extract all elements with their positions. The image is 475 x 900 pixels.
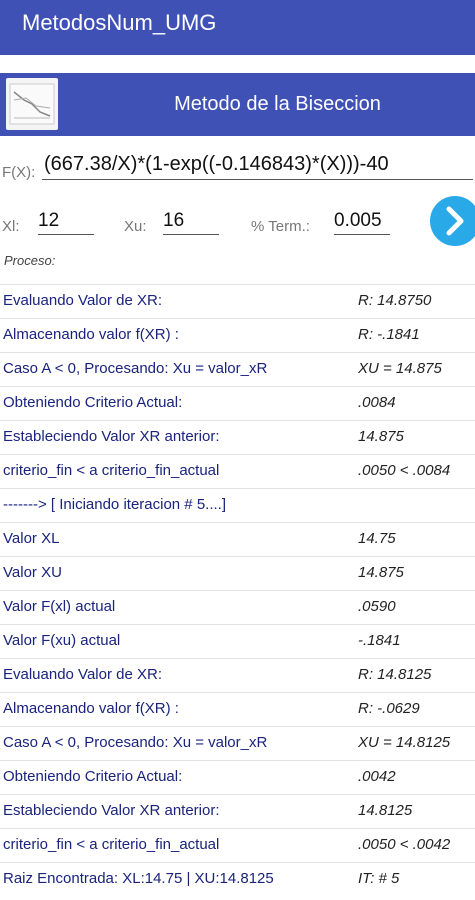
process-step-value: R: 14.8125 [358,666,432,683]
process-row: Raiz Encontrada: XL:14.75 | XU:14.8125 IT… [0,862,475,896]
process-label: Proceso: [4,253,56,268]
process-step-value: R: -.1841 [358,326,420,343]
app-bar: MetodosNum_UMG [0,0,475,55]
process-step-value: XU = 14.875 [358,360,442,377]
process-step-label: Almacenando valor f(XR) : [3,326,179,343]
process-row: Obteniendo Criterio Actual: .0084 [0,386,475,420]
xl-label: Xl: [2,218,20,235]
process-row: Almacenando valor f(XR) : R: -.0629 [0,692,475,726]
process-step-label: Raiz Encontrada: XL:14.75 | XU:14.8125 [3,870,274,887]
process-row: -------> [ Iniciando iteracion # 5....] [0,488,475,522]
process-row: Caso A < 0, Procesando: Xu = valor_xR XU … [0,726,475,760]
process-step-value: XU = 14.8125 [358,734,451,751]
chevron-right-icon [446,206,464,236]
process-step-label: Evaluando Valor de XR: [3,666,162,683]
calculate-button[interactable] [430,196,475,246]
process-row: Obteniendo Criterio Actual: .0042 [0,760,475,794]
process-step-value: IT: # 5 [358,870,400,887]
process-step-value: 14.875 [358,428,404,445]
process-step-value: R: 14.8750 [358,292,432,309]
process-step-value: 14.75 [358,530,396,547]
process-step-label: Valor F(xl) actual [3,598,116,615]
xu-input[interactable] [163,207,219,235]
process-row: Evaluando Valor de XR: R: 14.8750 [0,284,475,318]
process-step-value: .0042 [358,768,396,785]
process-row: Estableciendo Valor XR anterior: 14.875 [0,420,475,454]
process-step-label: Valor XU [3,564,62,581]
function-row: F(X): [0,150,475,186]
process-step-label: Estableciendo Valor XR anterior: [3,802,220,819]
xu-label: Xu: [124,218,147,235]
method-title: Metodo de la Biseccion [174,93,381,115]
fx-label: F(X): [2,164,36,181]
process-step-label: Obteniendo Criterio Actual: [3,394,183,411]
process-step-label: criterio_fin < a criterio_fin_actual [3,462,220,479]
process-step-label: criterio_fin < a criterio_fin_actual [3,836,220,853]
xl-input[interactable] [38,207,94,235]
process-row: Caso A < 0, Procesando: Xu = valor_xR XU … [0,352,475,386]
process-row: Valor F(xu) actual -.1841 [0,624,475,658]
process-step-label: -------> [ Iniciando iteracion # 5....] [3,496,226,513]
process-step-value: 14.8125 [358,802,413,819]
method-banner: Metodo de la Biseccion [0,73,475,136]
process-step-value: .0050 < .0042 [358,836,451,853]
process-step-value: -.1841 [358,632,401,649]
process-step-label: Obteniendo Criterio Actual: [3,768,183,785]
process-row: Valor XL 14.75 [0,522,475,556]
process-row: Evaluando Valor de XR: R: 14.8125 [0,658,475,692]
process-row: Estableciendo Valor XR anterior: 14.8125 [0,794,475,828]
app-title: MetodosNum_UMG [22,10,217,35]
method-thumbnail [6,78,58,130]
process-step-value: .0590 [358,598,396,615]
process-step-label: Valor F(xu) actual [3,632,121,649]
process-step-value: 14.875 [358,564,404,581]
process-step-label: Evaluando Valor de XR: [3,292,162,309]
term-input[interactable] [334,207,390,235]
process-row: Almacenando valor f(XR) : R: -.1841 [0,318,475,352]
process-step-label: Caso A < 0, Procesando: Xu = valor_xR [3,360,268,377]
process-row: criterio_fin < a criterio_fin_actual .005… [0,828,475,862]
process-row: criterio_fin < a criterio_fin_actual .005… [0,454,475,488]
process-log: Evaluando Valor de XR: R: 14.8750 Almacena… [0,284,475,896]
function-input[interactable] [42,150,473,180]
process-step-value: .0084 [358,394,396,411]
process-step-label: Caso A < 0, Procesando: Xu = valor_xR [3,734,268,751]
process-step-value: .0050 < .0084 [358,462,451,479]
process-step-value: R: -.0629 [358,700,420,717]
process-step-label: Almacenando valor f(XR) : [3,700,179,717]
term-label: % Term.: [251,218,310,235]
process-row: Valor XU 14.875 [0,556,475,590]
process-row: Valor F(xl) actual .0590 [0,590,475,624]
process-step-label: Estableciendo Valor XR anterior: [3,428,220,445]
process-step-label: Valor XL [3,530,60,547]
